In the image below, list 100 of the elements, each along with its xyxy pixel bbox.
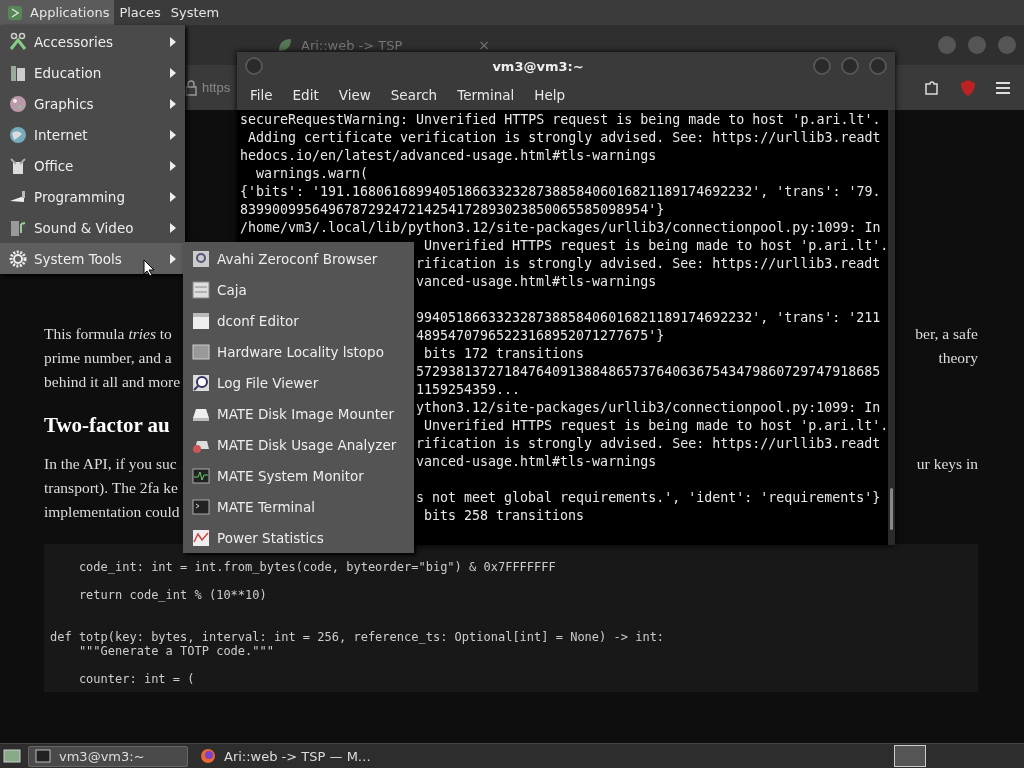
code-line: code_int: int = int.from_bytes(code, byteorder="big") & 0x7FFFFFFF <box>77 560 557 574</box>
menu-item[interactable]: MATE Disk Image Mounter <box>183 398 414 429</box>
terminal-line: vanced-usage.html#tls-warnings <box>416 274 657 289</box>
menu-item[interactable]: Internet <box>0 119 185 150</box>
paragraph-text: theory <box>938 348 978 368</box>
paragraph-text: implementation could <box>44 502 180 522</box>
menu-item[interactable]: File <box>241 87 282 103</box>
window-icon <box>191 310 211 331</box>
menu-item[interactable]: dconf Editor <box>183 305 414 336</box>
menu-item[interactable]: Edit <box>283 87 328 103</box>
shield-icon[interactable] <box>958 77 978 98</box>
terminal-line: vanced-usage.html#tls-warnings <box>416 454 657 469</box>
paragraph-text: In the API, if you suc <box>44 454 177 474</box>
paragraph-text: prime number, and a <box>44 348 172 368</box>
terminal-line: Adding certificate verification is strongly advised. See: https://urllib3.readt <box>247 130 881 145</box>
menu-item[interactable]: Education <box>0 57 185 88</box>
terminal-line: bits 172 transitions <box>423 346 585 361</box>
cursor-icon <box>143 259 155 277</box>
menu-item[interactable]: View <box>329 87 380 103</box>
close-button[interactable] <box>998 36 1016 54</box>
scrollbar[interactable] <box>888 110 895 545</box>
menu-item[interactable]: Caja <box>183 274 414 305</box>
terminal-line: 1159254359... <box>416 382 521 397</box>
desktop-icon <box>2 746 22 766</box>
globe-icon <box>8 124 28 145</box>
menu-item[interactable]: Accessories <box>0 26 185 57</box>
window-title: vm3@vm3:~ <box>491 58 585 74</box>
menu-item[interactable]: System Tools <box>0 243 185 274</box>
menu-icon[interactable] <box>994 79 1012 96</box>
menu-item[interactable]: Graphics <box>0 88 185 119</box>
menu-item[interactable]: Programming <box>0 181 185 212</box>
submenu-arrow-icon <box>169 36 177 47</box>
lock-icon <box>184 78 198 97</box>
file-cabinet-icon <box>191 279 211 300</box>
terminal-line: /home/vm3/.local/lib/python3.12/site-packages/urllib3/connectionpool.py:1099: In <box>240 220 881 235</box>
terminal-icon <box>191 496 211 517</box>
taskbar-button[interactable]: Ari::web -> TSP — M… <box>194 745 375 767</box>
panel-menu[interactable]: Places <box>114 0 166 25</box>
terminal-line: 48954707965223168952071277675'} <box>416 328 665 343</box>
window-menu-button[interactable] <box>245 57 263 75</box>
menu-item[interactable]: Terminal <box>448 87 524 103</box>
taskbar-button[interactable]: vm3@vm3:~ <box>28 745 188 767</box>
terminal-line: hedocs.io/en/latest/advanced-usage.html#tls-warnings <box>240 148 657 163</box>
terminal-line: bits 258 transitions <box>423 508 585 523</box>
close-button[interactable] <box>869 57 887 75</box>
terminal-line: secureRequestWarning: Unverified HTTPS request is being made to host 'p.ari.lt'. <box>240 112 881 127</box>
gear-icon <box>8 248 28 269</box>
monitor-graph-icon <box>191 465 211 486</box>
scissors-icon <box>8 31 28 52</box>
submenu-arrow-icon <box>169 160 177 171</box>
code-line: counter: int = ( <box>77 672 196 686</box>
menu-item[interactable]: Office <box>0 150 185 181</box>
magnifier-icon <box>191 248 211 269</box>
terminal-line: 839900995649678729247214254172893023850065585098954'} <box>240 202 665 217</box>
terminal-line: 994051866332328738858406016821189174692232', 'trans': '211 <box>416 310 881 325</box>
paragraph-text: ber, a safe <box>915 324 978 344</box>
submenu-arrow-icon <box>169 253 177 264</box>
terminal-line: {'bits': '191.16806168994051866332328738858406016821189174692232', 'trans': '79. <box>240 184 881 199</box>
workspace-switcher[interactable] <box>894 745 926 767</box>
menu-item[interactable]: Hardware Locality lstopo <box>183 336 414 367</box>
code-line: def totp(key: bytes, interval: int = 256, reference_ts: Optional[int] = None) -> int: <box>50 630 666 644</box>
menu-item[interactable]: MATE Terminal <box>183 491 414 522</box>
submenu-arrow-icon <box>169 191 177 202</box>
submenu-arrow-icon <box>169 129 177 140</box>
terminal-icon <box>33 746 53 766</box>
menu-item[interactable]: Sound & Video <box>0 212 185 243</box>
paragraph-text: transport). The 2fa ke <box>44 478 178 498</box>
menu-item[interactable]: Power Statistics <box>183 522 414 553</box>
menu-item[interactable]: Avahi Zeroconf Browser <box>183 243 414 274</box>
minimize-button[interactable] <box>813 57 831 75</box>
submenu-arrow-icon <box>169 98 177 109</box>
menu-item[interactable]: MATE System Monitor <box>183 460 414 491</box>
section-heading: Two-factor au <box>44 412 170 438</box>
code-line: return code_int % (10**10) <box>77 588 268 602</box>
panel-menu[interactable]: System <box>165 0 225 25</box>
minimize-button[interactable] <box>938 36 956 54</box>
chip-icon <box>191 341 211 362</box>
maximize-button[interactable] <box>968 36 986 54</box>
submenu-arrow-icon <box>169 67 177 78</box>
palette-icon <box>8 93 28 114</box>
terminal-line: ython3.12/site-packages/urllib3/connectionpool.py:1099: In <box>416 400 881 415</box>
terminal-line: rification is strongly advised. See: https://urllib3.readt <box>416 256 881 271</box>
fox-globe-icon <box>198 746 218 766</box>
submenu-arrow-icon <box>169 222 177 233</box>
menu-item[interactable]: Help <box>525 87 575 103</box>
chart-icon <box>191 527 211 548</box>
panel-menu[interactable]: Applications <box>0 0 115 25</box>
menu-item[interactable]: Log File Viewer <box>183 367 414 398</box>
paragraph-text: behind it all and more <box>44 372 181 392</box>
terminal-line: s not meet global requirements.', 'ident': 'requirements'} <box>416 490 881 505</box>
terminal-line: warnings.warn( <box>255 166 369 181</box>
magnifier-icon <box>191 372 211 393</box>
menu-item[interactable]: MATE Disk Usage Analyzer <box>183 429 414 460</box>
code-line: """Generate a TOTP code.""" <box>77 644 275 658</box>
terminal-line: Unverified HTTPS request is being made to host 'p.ari.lt'. <box>423 418 889 433</box>
mug-icon <box>8 155 28 176</box>
maximize-button[interactable] <box>841 57 859 75</box>
menu-item[interactable]: Search <box>381 87 447 103</box>
terminal-line: 5729381372718476409138848657376406367543479860729747918685 <box>416 364 881 379</box>
paragraph-text: This formula tries to <box>44 324 172 344</box>
